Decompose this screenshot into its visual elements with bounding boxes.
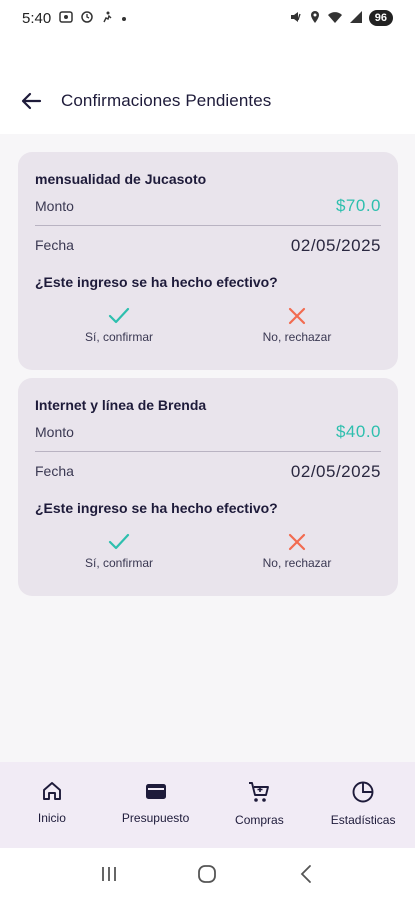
confirm-button[interactable]: Sí, confirmar <box>54 306 184 350</box>
wallet-icon <box>145 784 166 799</box>
amount-value: $40.0 <box>335 422 381 441</box>
card-title: Internet y línea de Brenda <box>35 397 207 413</box>
chevron-left-icon <box>300 865 311 883</box>
recents-icon <box>102 867 117 881</box>
check-icon <box>108 307 130 324</box>
status-left: 5:40 <box>22 10 127 27</box>
confirm-button[interactable]: Sí, confirmar <box>54 532 184 576</box>
reject-button[interactable]: No, rechazar <box>232 306 362 350</box>
confirm-label: Sí, confirmar <box>84 330 153 344</box>
home-icon <box>42 782 61 800</box>
run-icon <box>101 11 113 26</box>
back-button[interactable] <box>18 88 44 114</box>
wifi-icon <box>327 10 343 27</box>
location-icon <box>309 10 321 27</box>
reject-button[interactable]: No, rechazar <box>232 532 362 576</box>
pie-chart-icon <box>352 781 374 803</box>
reject-label: No, rechazar <box>262 556 332 570</box>
circle-home-icon <box>198 865 217 883</box>
divider <box>35 451 381 452</box>
check-icon <box>108 533 130 550</box>
date-label: Fecha <box>35 237 74 253</box>
mute-icon <box>289 10 303 27</box>
recents-button[interactable] <box>94 859 124 889</box>
nav-label: Compras <box>235 813 284 827</box>
clock-icon <box>81 10 93 26</box>
home-button[interactable] <box>192 859 222 889</box>
bottom-navigation: Inicio Presupuesto Compras Estadísticas <box>0 762 415 848</box>
reject-label: No, rechazar <box>262 330 332 344</box>
photo-icon <box>59 10 73 26</box>
date-value: 02/05/2025 <box>290 236 381 255</box>
app-header: Confirmaciones Pendientes <box>0 36 415 134</box>
close-icon <box>288 533 306 551</box>
nav-label: Estadísticas <box>330 813 396 827</box>
confirmation-question: ¿Este ingreso se ha hecho efectivo? <box>35 500 278 516</box>
status-right: 96 <box>289 10 393 27</box>
nav-item-inicio[interactable]: Inicio <box>0 762 104 848</box>
nav-item-compras[interactable]: Compras <box>208 762 312 848</box>
close-icon <box>288 307 306 325</box>
date-label: Fecha <box>35 463 74 479</box>
status-time: 5:40 <box>22 9 52 27</box>
confirm-label: Sí, confirmar <box>84 556 153 570</box>
nav-item-presupuesto[interactable]: Presupuesto <box>104 762 208 848</box>
pending-confirmation-card: mensualidad de Jucasoto Monto $70.0 Fech… <box>18 152 398 370</box>
amount-label: Monto <box>35 198 74 214</box>
nav-label: Presupuesto <box>121 811 190 825</box>
system-back-button[interactable] <box>291 859 321 889</box>
confirmation-question: ¿Este ingreso se ha hecho efectivo? <box>35 274 278 290</box>
date-value: 02/05/2025 <box>290 462 381 481</box>
divider <box>35 225 381 226</box>
arrow-left-icon <box>21 92 42 110</box>
card-title: mensualidad de Jucasoto <box>35 171 207 187</box>
amount-label: Monto <box>35 424 74 440</box>
signal-icon <box>349 10 363 27</box>
cart-icon <box>249 782 270 802</box>
system-navigation-bar <box>0 848 415 900</box>
nav-label: Inicio <box>37 811 66 825</box>
nav-item-estadisticas[interactable]: Estadísticas <box>311 762 415 848</box>
status-bar: 5:40 96 <box>0 0 415 36</box>
amount-value: $70.0 <box>335 196 381 215</box>
page-title: Confirmaciones Pendientes <box>61 91 272 110</box>
pending-confirmation-card: Internet y línea de Brenda Monto $40.0 F… <box>18 378 398 596</box>
dot-icon <box>121 11 127 25</box>
battery-indicator: 96 <box>368 10 393 26</box>
